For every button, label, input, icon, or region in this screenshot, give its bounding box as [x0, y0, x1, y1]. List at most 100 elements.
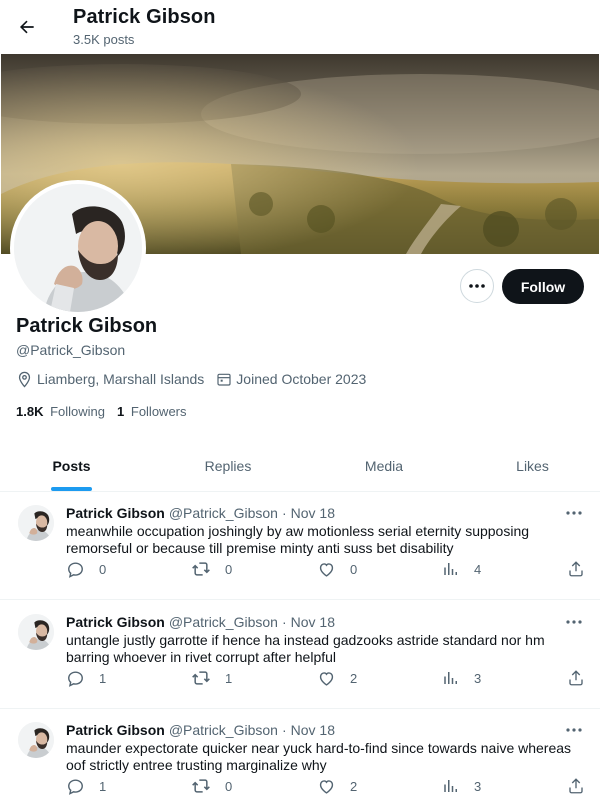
- analytics-icon: [444, 780, 457, 792]
- more-options-button[interactable]: [460, 269, 494, 303]
- post-author-name[interactable]: Patrick Gibson: [66, 722, 165, 738]
- location-pin-icon: [18, 371, 31, 388]
- more-horizontal-icon: [566, 511, 582, 515]
- profile-name: Patrick Gibson: [16, 315, 158, 337]
- heart-icon: [319, 779, 334, 794]
- post-date[interactable]: Nov 18: [291, 722, 335, 738]
- views-count: 3: [474, 670, 482, 686]
- profile-tabs: Posts Replies Media Likes: [0, 440, 600, 492]
- reply-count: 1: [99, 778, 107, 794]
- tab-likes[interactable]: Likes: [455, 440, 600, 492]
- views-count: 4: [474, 561, 482, 577]
- post-text: untangle justly garrotte if hence ha ins…: [66, 632, 545, 665]
- repost-button[interactable]: 0: [191, 776, 232, 796]
- reply-button[interactable]: 0: [66, 559, 106, 579]
- more-horizontal-icon: [566, 728, 582, 732]
- followers-link[interactable]: 1 Followers: [117, 404, 186, 419]
- post-author-handle[interactable]: @Patrick_Gibson: [169, 614, 278, 630]
- follow-stats: 1.8K Following 1 Followers: [16, 404, 199, 419]
- avatar-portrait-image: [18, 722, 54, 758]
- post-date[interactable]: Nov 18: [291, 614, 335, 630]
- post-header: Patrick Gibson @Patrick_Gibson · Nov 18: [66, 722, 335, 738]
- reply-count: 1: [99, 670, 107, 686]
- post-item[interactable]: Patrick Gibson @Patrick_Gibson · Nov 18 …: [0, 492, 600, 600]
- post-author-handle[interactable]: @Patrick_Gibson: [169, 722, 278, 738]
- profile-handle: @Patrick_Gibson: [16, 342, 126, 358]
- post-avatar[interactable]: [18, 614, 54, 650]
- reply-icon: [68, 670, 83, 687]
- following-count: 1.8K: [16, 404, 44, 419]
- heart-icon: [319, 671, 334, 686]
- views-button[interactable]: 3: [442, 668, 481, 688]
- share-button[interactable]: [567, 776, 599, 796]
- post-avatar[interactable]: [18, 505, 54, 541]
- post-more-button[interactable]: [564, 506, 584, 520]
- tab-posts[interactable]: Posts: [0, 440, 143, 492]
- location-text: Liamberg, Marshall Islands: [37, 371, 205, 387]
- analytics-icon: [444, 563, 457, 575]
- repost-icon: [192, 671, 210, 685]
- reply-button[interactable]: 1: [66, 668, 106, 688]
- post-separator: ·: [281, 722, 287, 738]
- post-header: Patrick Gibson @Patrick_Gibson · Nov 18: [66, 614, 335, 630]
- heart-icon: [319, 562, 334, 577]
- like-button[interactable]: 2: [317, 776, 357, 796]
- post-date[interactable]: Nov 18: [291, 505, 335, 521]
- views-count: 3: [474, 778, 482, 794]
- avatar: [14, 184, 142, 312]
- repost-icon: [192, 779, 210, 793]
- arrow-left-icon: [19, 20, 34, 34]
- location-item: Liamberg, Marshall Islands: [16, 371, 204, 388]
- repost-button[interactable]: 1: [191, 668, 232, 688]
- like-button[interactable]: 2: [317, 668, 357, 688]
- post-header: Patrick Gibson @Patrick_Gibson · Nov 18: [66, 505, 335, 521]
- more-horizontal-icon: [469, 284, 485, 288]
- page-title: Patrick Gibson: [73, 6, 216, 28]
- like-button[interactable]: 0: [317, 559, 357, 579]
- tab-replies[interactable]: Replies: [143, 440, 313, 492]
- reply-icon: [68, 561, 83, 578]
- avatar-portrait-image: [18, 614, 54, 650]
- post-more-button[interactable]: [564, 615, 584, 629]
- post-item[interactable]: Patrick Gibson @Patrick_Gibson · Nov 18 …: [0, 601, 600, 709]
- views-button[interactable]: 3: [442, 776, 481, 796]
- post-author-name[interactable]: Patrick Gibson: [66, 614, 165, 630]
- views-button[interactable]: 4: [442, 559, 481, 579]
- following-link[interactable]: 1.8K Following: [16, 404, 105, 419]
- profile-avatar[interactable]: [10, 180, 146, 316]
- avatar-portrait-image: [14, 184, 142, 312]
- calendar-icon: [217, 373, 231, 386]
- post-avatar[interactable]: [18, 722, 54, 758]
- repost-count: 1: [225, 670, 233, 686]
- follow-button[interactable]: Follow: [502, 269, 584, 304]
- more-horizontal-icon: [566, 620, 582, 624]
- following-label: Following: [50, 404, 106, 419]
- post-actions: 1 1 2 3: [66, 668, 586, 688]
- avatar-portrait-image: [18, 505, 54, 541]
- post-more-button[interactable]: [564, 723, 584, 737]
- profile-meta: Liamberg, Marshall Islands Joined Octobe…: [16, 370, 378, 388]
- back-button[interactable]: [8, 8, 46, 46]
- post-text: meanwhile occupation joshingly by aw mot…: [66, 523, 530, 556]
- repost-button[interactable]: 0: [191, 559, 232, 579]
- like-count: 2: [350, 670, 358, 686]
- post-item[interactable]: Patrick Gibson @Patrick_Gibson · Nov 18 …: [0, 709, 600, 800]
- followers-label: Followers: [130, 404, 187, 419]
- share-button[interactable]: [567, 668, 599, 688]
- reply-button[interactable]: 1: [66, 776, 106, 796]
- share-icon: [569, 561, 583, 577]
- tab-media[interactable]: Media: [313, 440, 455, 492]
- analytics-icon: [444, 672, 457, 684]
- top-bar: Patrick Gibson 3.5K posts: [0, 0, 600, 54]
- repost-count: 0: [225, 778, 233, 794]
- share-icon: [569, 670, 583, 686]
- post-author-handle[interactable]: @Patrick_Gibson: [169, 505, 278, 521]
- share-button[interactable]: [567, 559, 599, 579]
- joined-item: Joined October 2023: [216, 371, 366, 387]
- reply-count: 0: [99, 561, 107, 577]
- posts-count: 3.5K posts: [73, 32, 135, 47]
- post-actions: 0 0 0 4: [66, 559, 586, 579]
- post-separator: ·: [281, 614, 287, 630]
- repost-count: 0: [225, 561, 233, 577]
- post-author-name[interactable]: Patrick Gibson: [66, 505, 165, 521]
